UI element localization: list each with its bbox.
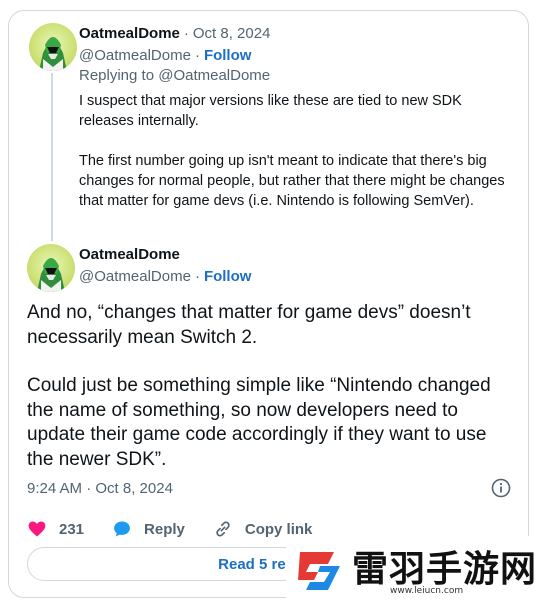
like-button[interactable]: 231 [27, 519, 84, 539]
separator-dot: · [183, 25, 189, 42]
main-timestamp[interactable]: 9:24 AM · Oct 8, 2024 [27, 480, 173, 497]
avatar-image [39, 37, 67, 71]
watermark-title: 雷羽手游网 [352, 549, 538, 590]
tweet-card: OatmealDome · Oct 8, 2024 @OatmealDome · Fol… [8, 10, 529, 598]
reply-handle[interactable]: @OatmealDome [79, 47, 191, 64]
separator-dot: · [194, 47, 200, 64]
reply-label: Reply [144, 520, 185, 538]
watermark-url: www.leiucn.com [390, 586, 464, 596]
main-tweet-text: And no, “changes that matter for game de… [27, 301, 517, 496]
main-paragraph: Could just be something simple like “Nin… [27, 375, 491, 470]
replying-to-label[interactable]: Replying to @OatmealDome [79, 67, 270, 84]
watermark: 雷羽手游网 www.leiucn.com [286, 536, 538, 603]
link-icon [216, 521, 230, 537]
reply-paragraph: I suspect that major versions like these… [79, 93, 462, 129]
main-handle[interactable]: @OatmealDome [79, 268, 191, 285]
reply-date[interactable]: Oct 8, 2024 [193, 25, 271, 42]
watermark-logo [298, 552, 340, 590]
main-follow-link[interactable]: Follow [204, 268, 252, 285]
thread-connector-line [51, 73, 53, 241]
avatar-image [37, 258, 65, 292]
copy-link-label: Copy link [244, 520, 313, 538]
reply-display-name[interactable]: OatmealDome [79, 25, 180, 42]
like-count: 231 [59, 520, 85, 538]
separator-dot: · [194, 268, 200, 285]
main-avatar[interactable] [27, 244, 75, 292]
reply-paragraph: The first number going up isn't meant to… [79, 153, 505, 209]
reply-button[interactable]: Reply [112, 519, 185, 539]
main-paragraph: And no, “changes that matter for game de… [27, 302, 471, 348]
reply-follow-link[interactable]: Follow [204, 47, 252, 64]
reply-avatar[interactable] [29, 23, 77, 71]
reply-tweet-text: I suspect that major versions like these… [79, 91, 519, 231]
heart-icon [28, 521, 46, 537]
speech-bubble-icon [114, 521, 130, 537]
info-icon[interactable] [490, 477, 512, 499]
main-display-name[interactable]: OatmealDome [79, 246, 180, 263]
